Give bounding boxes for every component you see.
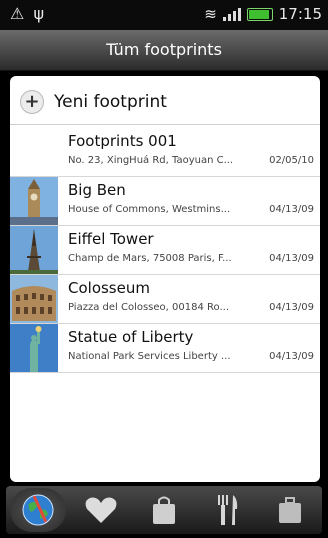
- row-title: Big Ben: [68, 181, 126, 199]
- row-date: 04/13/09: [269, 302, 314, 313]
- big-ben-thumbnail: [10, 177, 58, 225]
- row-address: House of Commons, Westmins...: [68, 204, 231, 215]
- list-item[interactable]: Footprints 001 No. 23, XingHuá Rd, Taoyu…: [10, 128, 320, 177]
- suitcase-icon: [279, 497, 302, 523]
- fork-knife-icon: [218, 495, 238, 525]
- usb-icon: ψ: [33, 4, 46, 23]
- list-item[interactable]: Colosseum Piazza del Colosseo, 00184 Ro.…: [10, 275, 320, 324]
- heart-icon: [85, 497, 117, 523]
- footprints-panel: + Yeni footprint Footprints 001 No. 23, …: [10, 76, 320, 482]
- row-title: Footprints 001: [68, 132, 177, 150]
- shopping-bag-icon: [152, 496, 175, 524]
- new-footprint-button[interactable]: + Yeni footprint: [10, 80, 320, 125]
- row-address: Champ de Mars, 75008 Paris, F...: [68, 253, 232, 264]
- list-item[interactable]: Eiffel Tower Champ de Mars, 75008 Paris,…: [10, 226, 320, 275]
- tab-dining[interactable]: [199, 488, 255, 532]
- row-date: 04/13/09: [269, 351, 314, 362]
- signal-icon: [222, 7, 241, 21]
- plus-icon: +: [20, 90, 44, 114]
- warning-icon: ⚠: [10, 4, 27, 23]
- row-date: 04/13/09: [269, 204, 314, 215]
- battery-icon: [246, 7, 273, 21]
- status-right: ≋ 17:15: [204, 5, 322, 23]
- status-bar: ⚠ ψ ≋ 17:15: [0, 0, 328, 30]
- row-title: Eiffel Tower: [68, 230, 154, 248]
- wifi-icon: ≋: [204, 5, 217, 23]
- row-date: 02/05/10: [269, 155, 314, 166]
- statue-of-liberty-thumbnail: [10, 324, 58, 372]
- row-title: Statue of Liberty: [68, 328, 194, 346]
- page-title: Tüm footprints: [0, 30, 328, 71]
- tab-all[interactable]: [9, 488, 66, 532]
- colosseum-thumbnail: [10, 275, 58, 323]
- eiffel-tower-thumbnail: [10, 226, 58, 274]
- notification-icons: ⚠ ψ: [10, 4, 46, 23]
- globe-icon: [22, 494, 54, 526]
- tab-travel[interactable]: [262, 488, 318, 532]
- tab-favorites[interactable]: [73, 488, 129, 532]
- row-address: National Park Services Liberty ...: [68, 351, 231, 362]
- row-address: No. 23, XingHuá Rd, Taoyuan C...: [68, 155, 234, 166]
- row-title: Colosseum: [68, 279, 150, 297]
- new-footprint-label: Yeni footprint: [54, 92, 167, 112]
- list-item[interactable]: Statue of Liberty National Park Services…: [10, 324, 320, 373]
- tab-shopping[interactable]: [136, 488, 192, 532]
- list-item[interactable]: Big Ben House of Commons, Westmins... 04…: [10, 177, 320, 226]
- footprint-list: Footprints 001 No. 23, XingHuá Rd, Taoyu…: [10, 128, 320, 373]
- category-tabbar: [6, 486, 322, 534]
- clock: 17:15: [278, 5, 322, 23]
- row-address: Piazza del Colosseo, 00184 Ro...: [68, 302, 229, 313]
- row-date: 04/13/09: [269, 253, 314, 264]
